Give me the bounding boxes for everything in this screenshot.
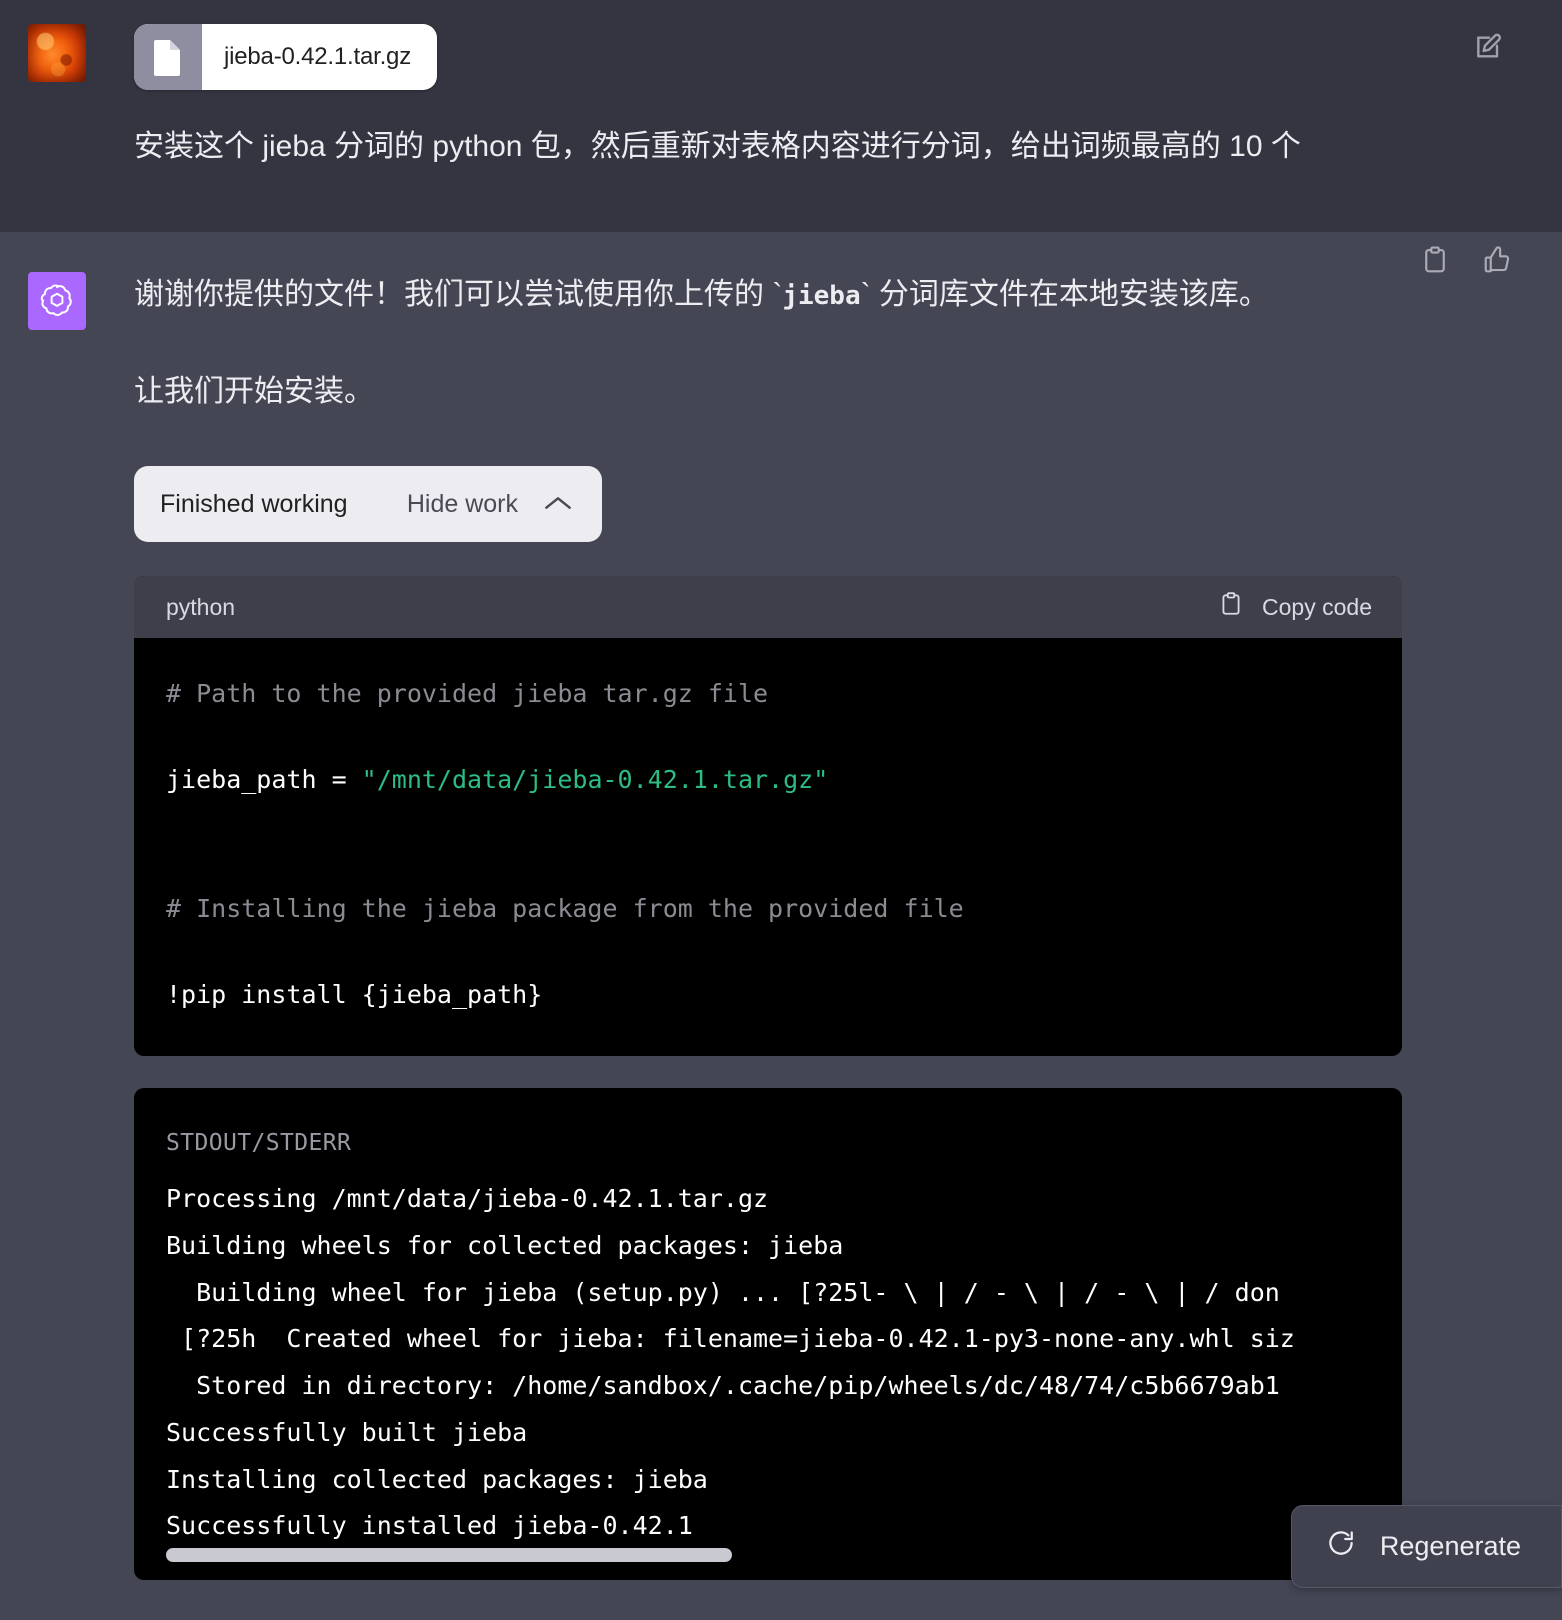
output-line: Successfully built jieba <box>166 1417 528 1447</box>
output-line: Stored in directory: /home/sandbox/.cach… <box>166 1371 1280 1400</box>
user-message-text: 安装这个 jieba 分词的 python 包，然后重新对表格内容进行分词，给出… <box>134 130 1301 163</box>
inline-code-jieba: jieba <box>782 281 861 311</box>
assistant-message-turn: 谢谢你提供的文件！我们可以尝试使用你上传的 `jieba` 分词库文件在本地安装… <box>0 232 1562 1620</box>
output-line: Processing /mnt/data/jieba-0.42.1.tar.gz <box>166 1184 769 1213</box>
output-block-content: Processing /mnt/data/jieba-0.42.1.tar.gz… <box>134 1176 1402 1550</box>
code-token: # Path to the provided jieba tar.gz file <box>166 679 769 708</box>
code-block-content[interactable]: # Path to the provided jieba tar.gz file… <box>134 638 1402 1056</box>
code-line: # Installing the jieba package from the … <box>166 887 1370 930</box>
file-attachment-chip[interactable]: jieba-0.42.1.tar.gz <box>134 24 437 90</box>
hide-work-toggle[interactable]: Hide work <box>407 490 572 519</box>
file-icon <box>134 24 202 90</box>
code-language-label: python <box>166 593 236 620</box>
output-line: Installing collected packages: jieba <box>166 1464 708 1494</box>
horizontal-scrollbar[interactable] <box>166 1548 1370 1562</box>
code-token: # Installing the jieba package from the … <box>166 894 964 923</box>
code-line: !pip install {jieba_path} <box>166 973 1370 1016</box>
assistant-message-body: 谢谢你提供的文件！我们可以尝试使用你上传的 `jieba` 分词库文件在本地安装… <box>134 272 1534 1620</box>
assistant-paragraph-1: 谢谢你提供的文件！我们可以尝试使用你上传的 `jieba` 分词库文件在本地安装… <box>134 272 1534 317</box>
output-block: STDOUT/STDERR Processing /mnt/data/jieba… <box>134 1088 1402 1580</box>
user-message-turn: jieba-0.42.1.tar.gz 安装这个 jieba 分词的 pytho… <box>0 0 1562 232</box>
edit-pencil-icon[interactable] <box>1472 30 1506 64</box>
output-block-label: STDOUT/STDERR <box>166 1130 352 1156</box>
refresh-icon <box>1326 1528 1356 1565</box>
user-message-body: jieba-0.42.1.tar.gz 安装这个 jieba 分词的 pytho… <box>134 24 1534 169</box>
finished-working-widget[interactable]: Finished working Hide work <box>134 466 602 542</box>
output-line: Building wheels for collected packages: … <box>166 1230 844 1260</box>
user-turn-inner: jieba-0.42.1.tar.gz 安装这个 jieba 分词的 pytho… <box>0 24 1562 169</box>
output-line: Building wheel for jieba (setup.py) ... … <box>166 1277 1280 1307</box>
finished-working-label: Finished working <box>160 489 348 518</box>
user-avatar <box>28 24 86 82</box>
assistant-paragraph-2: 让我们开始安装。 <box>134 375 374 408</box>
openai-logo-avatar <box>28 272 86 330</box>
output-line: Successfully installed jieba-0.42.1 <box>166 1511 693 1541</box>
code-block-header: python Copy code <box>134 576 1402 638</box>
code-line <box>166 801 1370 844</box>
code-line <box>166 930 1370 973</box>
code-line: # Path to the provided jieba tar.gz file <box>166 672 1370 715</box>
scrollbar-thumb[interactable] <box>166 1548 732 1562</box>
code-line <box>166 715 1370 758</box>
code-token: "/mnt/data/jieba-0.42.1.tar.gz" <box>361 765 829 794</box>
code-token: jieba_path = <box>166 765 362 794</box>
copy-code-label: Copy code <box>1262 593 1372 620</box>
regenerate-button[interactable]: Regenerate <box>1290 1505 1562 1588</box>
assistant-paragraph-1-post: ` 分词库文件在本地安装该库。 <box>860 278 1269 311</box>
assistant-paragraph-1-pre: 谢谢你提供的文件！我们可以尝试使用你上传的 ` <box>134 278 783 311</box>
assistant-turn-inner: 谢谢你提供的文件！我们可以尝试使用你上传的 `jieba` 分词库文件在本地安装… <box>0 272 1562 1620</box>
code-block: python Copy code # Path to the provided … <box>134 576 1402 1056</box>
file-attachment-name: jieba-0.42.1.tar.gz <box>224 43 411 70</box>
code-line: jieba_path = "/mnt/data/jieba-0.42.1.tar… <box>166 758 1370 801</box>
regenerate-label: Regenerate <box>1379 1531 1521 1561</box>
code-line <box>166 844 1370 887</box>
copy-code-button[interactable]: Copy code <box>1218 590 1372 624</box>
hide-work-label: Hide work <box>406 489 518 518</box>
output-line: [?25h Created wheel for jieba: filename=… <box>166 1324 1295 1354</box>
chevron-up-icon[interactable] <box>544 490 572 519</box>
code-token: !pip install {jieba_path} <box>166 980 543 1009</box>
chat-page: jieba-0.42.1.tar.gz 安装这个 jieba 分词的 pytho… <box>0 0 1562 1620</box>
clipboard-icon <box>1218 590 1244 624</box>
assistant-tail-paragraph: 成功安装了 `jieba` 分词库。现在我们可以使用它对咨询内容进行分词，并找到… <box>134 1614 1534 1620</box>
